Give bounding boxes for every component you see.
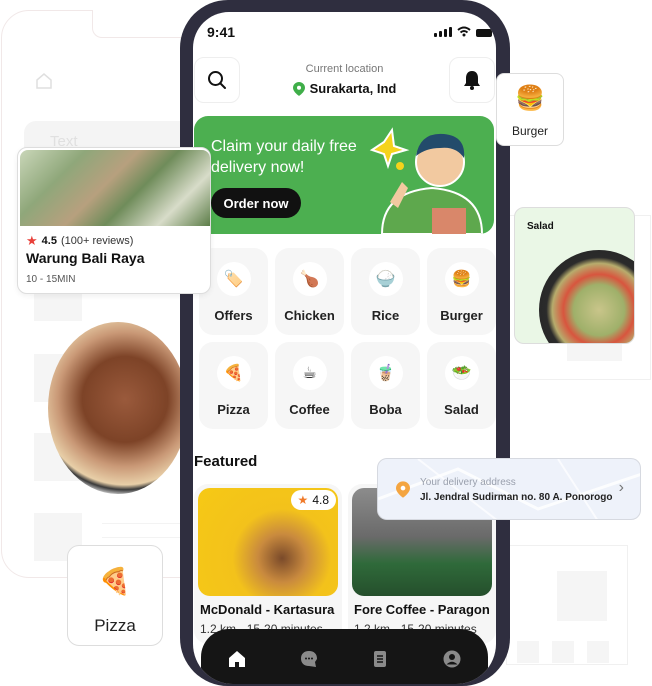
- coffee-icon: ☕: [292, 356, 327, 390]
- address-value: Jl. Jendral Sudirman no. 80 A. Ponorogo: [420, 492, 613, 503]
- category-label: Coffee: [289, 402, 330, 417]
- featured-heading: Featured: [194, 453, 258, 470]
- wifi-icon: [457, 26, 471, 37]
- burger-icon: 🍔: [444, 262, 479, 296]
- battery-icon: [476, 29, 492, 37]
- address-label: Your delivery address: [420, 477, 516, 488]
- home-icon: [228, 650, 245, 667]
- burger-icon: 🍔: [515, 85, 545, 112]
- chicken-icon: 🍗: [292, 262, 327, 296]
- nav-profile[interactable]: [440, 647, 464, 671]
- pizza-label: Pizza: [94, 616, 136, 635]
- floating-salad-card[interactable]: Salad: [514, 207, 635, 344]
- boba-icon: 🧋: [368, 356, 403, 390]
- restaurant-name: Fore Coffee - Paragon: [354, 602, 490, 617]
- rating-value: 4.5: [41, 235, 57, 247]
- category-label: Salad: [444, 402, 479, 417]
- nav-orders[interactable]: [368, 647, 392, 671]
- pizza-icon: 🍕: [216, 356, 251, 390]
- placeholder-block: [517, 641, 539, 663]
- location-value: Surakarta, Ind: [309, 81, 397, 96]
- rating-value: 4.8: [312, 493, 329, 507]
- category-label: Rice: [371, 308, 400, 323]
- rice-icon: 🍚: [368, 262, 403, 296]
- floating-pizza-card[interactable]: 🍕 Pizza: [67, 545, 163, 646]
- status-icons: [434, 26, 492, 37]
- salad-icon: 🥗: [444, 356, 479, 390]
- bottom-nav: [201, 629, 488, 684]
- nav-home[interactable]: [225, 647, 249, 671]
- category-label: Boba: [369, 402, 402, 417]
- home-icon: [36, 73, 52, 89]
- category-label: Offers: [214, 308, 253, 323]
- location-pin-icon: [396, 481, 410, 498]
- star-icon: ★: [297, 493, 309, 507]
- category-coffee[interactable]: ☕ Coffee: [275, 342, 344, 429]
- promo-banner[interactable]: Claim your daily free delivery now! Orde…: [194, 116, 494, 234]
- featured-card-mcdonald[interactable]: ★ 4.8 McDonald - Kartasura 1.2 km · 15-2…: [194, 484, 342, 644]
- salad-label: Salad: [527, 221, 554, 232]
- category-rice[interactable]: 🍚 Rice: [351, 248, 420, 335]
- category-chicken[interactable]: 🍗 Chicken: [275, 248, 344, 335]
- chevron-right-icon[interactable]: ›: [619, 479, 624, 497]
- delivery-address-card[interactable]: Your delivery address Jl. Jendral Sudirm…: [377, 458, 641, 520]
- category-label: Chicken: [284, 308, 335, 323]
- category-burger[interactable]: 🍔 Burger: [427, 248, 496, 335]
- category-label: Pizza: [217, 402, 250, 417]
- placeholder-line: [102, 523, 182, 524]
- category-boba[interactable]: 🧋 Boba: [351, 342, 420, 429]
- burger-label: Burger: [511, 124, 549, 138]
- map-background: [378, 459, 640, 519]
- restaurant-card-warung[interactable]: ★ 4.5 (100+ reviews) Warung Bali Raya 10…: [17, 147, 211, 294]
- chat-icon: [300, 650, 317, 667]
- status-time: 9:41: [207, 24, 236, 40]
- location-pin-icon: [292, 81, 305, 96]
- floating-burger-card[interactable]: 🍔 Burger: [496, 73, 564, 146]
- restaurant-name: McDonald - Kartasura: [200, 602, 335, 617]
- category-salad[interactable]: 🥗 Salad: [427, 342, 496, 429]
- category-label: Burger: [440, 308, 483, 323]
- signal-icon: [434, 27, 452, 37]
- category-pizza[interactable]: 🍕 Pizza: [199, 342, 268, 429]
- star-icon: ★: [26, 233, 38, 248]
- salad-image: [539, 250, 634, 343]
- phone-screen: 9:41 Current location Surakarta, Ind Cla…: [193, 12, 496, 684]
- restaurant-name: Warung Bali Raya: [26, 250, 145, 266]
- pizza-icon: 🍕: [98, 566, 132, 596]
- nav-chat[interactable]: [297, 647, 321, 671]
- banner-title: Claim your daily free delivery now!: [211, 138, 357, 176]
- placeholder-block: [552, 641, 574, 663]
- placeholder-line: [102, 537, 182, 538]
- restaurant-image: [20, 150, 210, 226]
- placeholder-block: [587, 641, 609, 663]
- background-card: [506, 545, 628, 665]
- order-now-button[interactable]: Order now: [211, 188, 301, 218]
- review-count: (100+ reviews): [60, 235, 134, 247]
- mascot-illustration: [369, 127, 484, 234]
- rating-row: ★ 4.5 (100+ reviews): [26, 233, 133, 249]
- placeholder-block: [34, 293, 82, 321]
- category-grid: 🏷️ Offers 🍗 Chicken 🍚 Rice 🍔 Burger 🍕 Pizza ☕…: [199, 248, 496, 429]
- bell-icon: [464, 71, 480, 90]
- orders-icon: [374, 650, 387, 667]
- offers-icon: 🏷️: [216, 262, 251, 296]
- profile-icon: [443, 650, 461, 667]
- placeholder-block: [557, 571, 607, 621]
- delivery-time: 10 - 15MIN: [26, 274, 76, 285]
- rating-badge: ★ 4.8: [290, 490, 336, 510]
- steak-image: [48, 322, 188, 494]
- notification-button[interactable]: [449, 57, 495, 103]
